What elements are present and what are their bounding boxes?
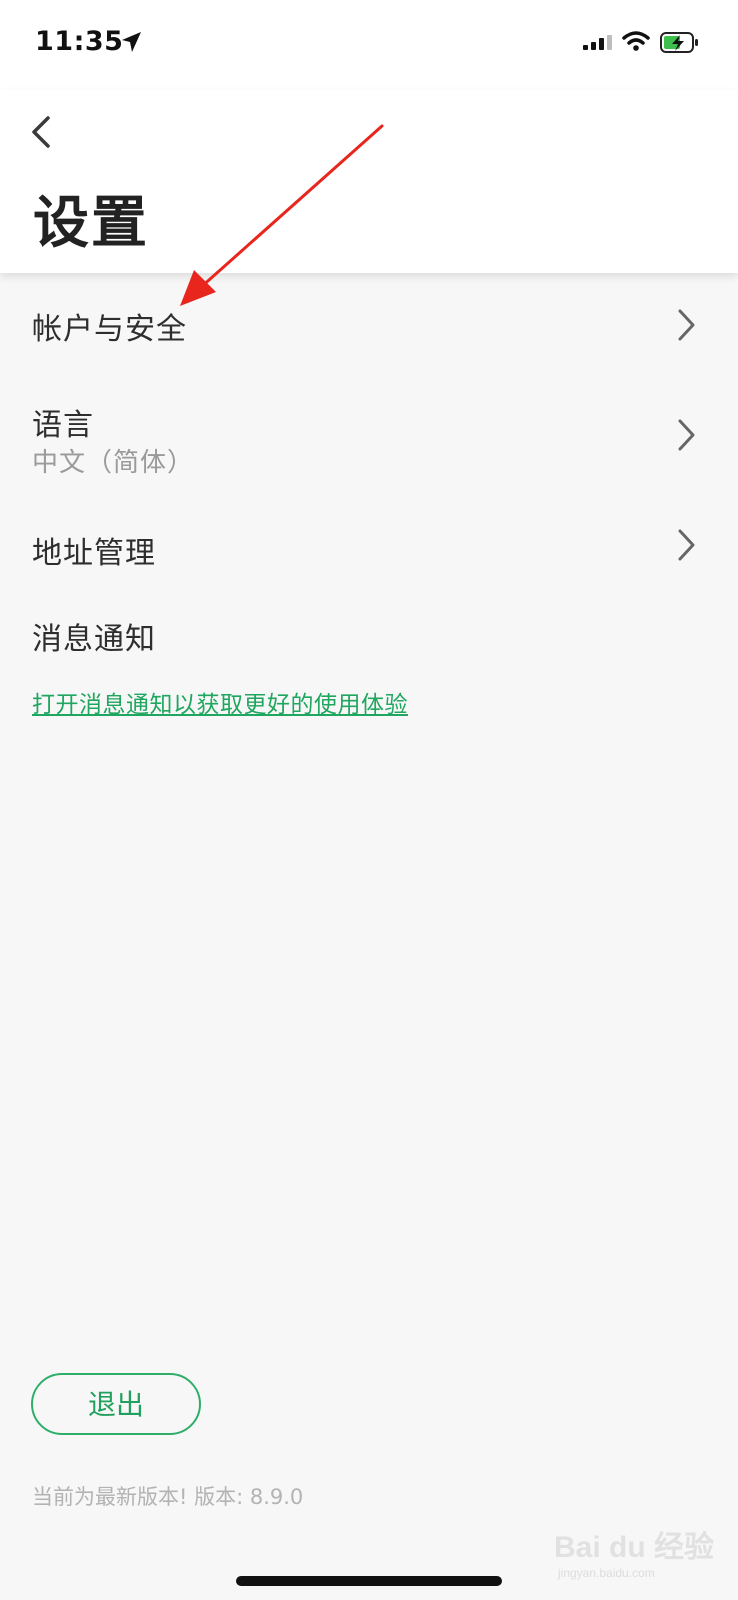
chevron-right-icon [678, 309, 695, 341]
settings-item-address[interactable]: 地址管理 [0, 508, 738, 604]
watermark-text: Bai du 经验 [554, 1531, 715, 1564]
wifi-icon [622, 31, 650, 51]
settings-item-label: 语言 [32, 408, 94, 443]
page-title: 设置 [33, 191, 149, 256]
settings-item-label: 消息通知 [32, 622, 156, 657]
status-time: 11:35 [35, 26, 124, 57]
version-text: 当前为最新版本! 版本: 8.9.0 [32, 1485, 304, 1509]
status-bar: 11:35 [0, 0, 738, 90]
settings-item-label: 帐户与安全 [32, 312, 187, 347]
enable-notifications-link[interactable]: 打开消息通知以获取更好的使用体验 [32, 685, 408, 719]
chevron-left-icon[interactable] [24, 110, 60, 154]
watermark-url: jingyan.baidu.com [558, 1566, 655, 1580]
settings-item-label: 地址管理 [32, 536, 156, 571]
chevron-right-icon [678, 419, 695, 451]
battery-charging-icon [660, 32, 698, 53]
settings-item-language[interactable]: 语言 中文（简体） [0, 384, 738, 500]
baidu-watermark: Bai du 经验 jingyan.baidu.com [554, 1522, 724, 1592]
cellular-signal-icon [583, 35, 612, 50]
settings-item-notifications: 消息通知 [0, 612, 738, 666]
annotation-arrow [180, 124, 384, 306]
home-indicator [236, 1576, 502, 1586]
location-arrow-icon [122, 32, 141, 52]
chevron-right-icon [678, 529, 695, 561]
settings-item-value: 中文（简体） [32, 448, 195, 478]
logout-button[interactable]: 退出 [31, 1373, 201, 1435]
